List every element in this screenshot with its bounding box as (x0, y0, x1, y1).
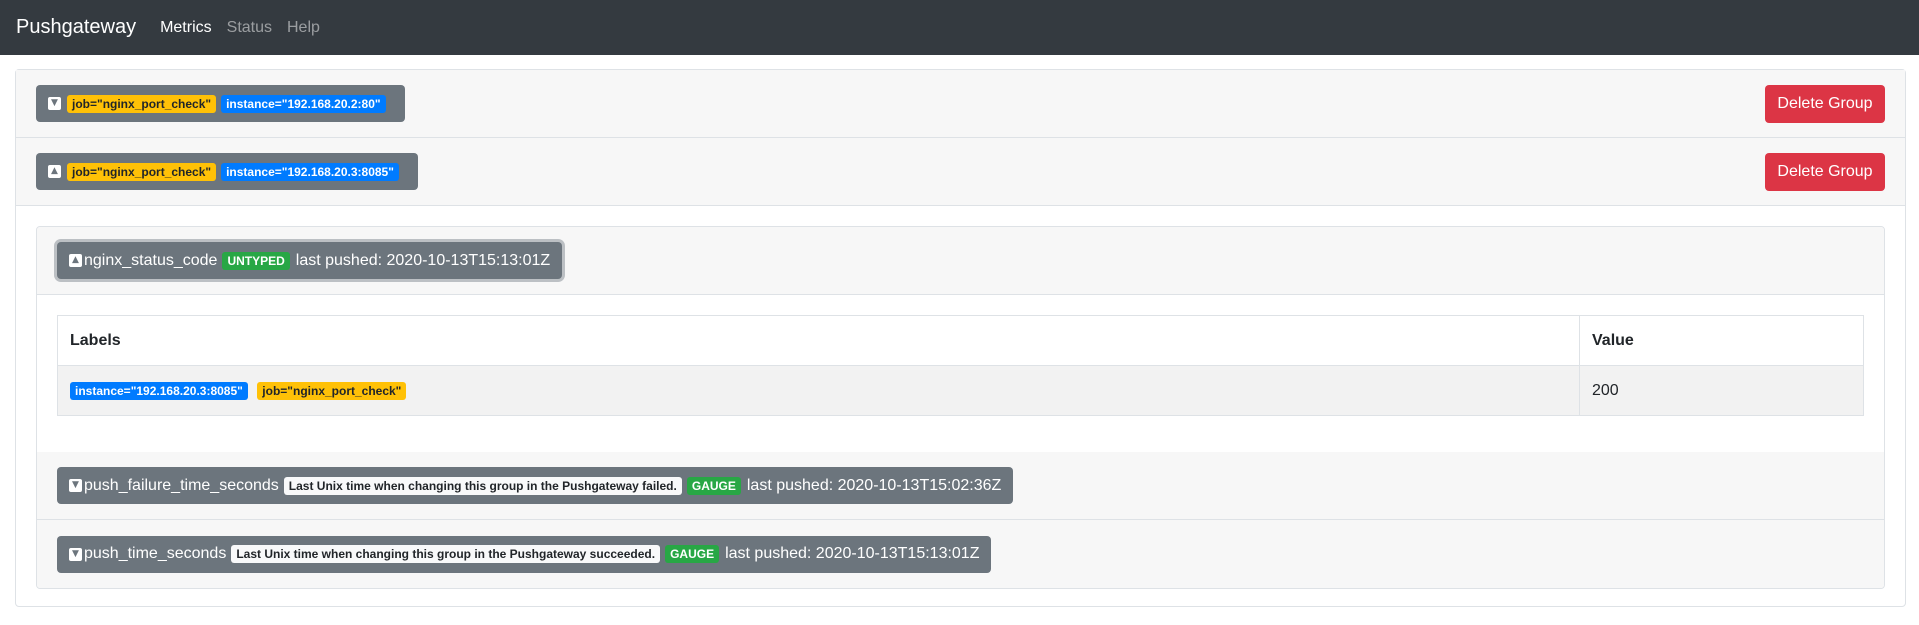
last-pushed: last pushed: 2020-10-13T15:13:01Z (725, 545, 980, 562)
nav-status[interactable]: Status (227, 19, 272, 37)
delete-group-button[interactable]: Delete Group (1765, 152, 1885, 191)
metrics-card: ▲ nginx_status_code UNTYPED last pushed:… (36, 226, 1885, 589)
chevron-down-icon: ▼ (69, 479, 82, 492)
metric-toggle-button[interactable]: ▼ push_failure_time_seconds Last Unix ti… (57, 467, 1014, 504)
chevron-up-icon: ▲ (69, 254, 82, 267)
group-header: ▲ job="nginx_port_check" instance="192.1… (16, 138, 1905, 206)
metric-header: ▼ push_time_seconds Last Unix time when … (37, 520, 1884, 588)
chevron-up-icon: ▲ (48, 165, 61, 178)
group-toggle-button[interactable]: ▼ job="nginx_port_check" instance="192.1… (36, 85, 405, 122)
metric-help-badge: Last Unix time when changing this group … (231, 545, 661, 563)
metric-toggle-button[interactable]: ▼ push_time_seconds Last Unix time when … (57, 535, 992, 573)
label-badge-instance: instance="192.168.20.2:80" (221, 94, 386, 113)
group-toggle-button[interactable]: ▲ job="nginx_port_check" instance="192.1… (36, 153, 418, 190)
column-header-value: Value (1579, 315, 1864, 366)
brand-logo[interactable]: Pushgateway (16, 16, 136, 39)
metric-type-badge: UNTYPED (222, 251, 290, 270)
metric-type-badge: GAUGE (665, 545, 720, 563)
metric-name: push_time_seconds (84, 545, 227, 562)
column-header-labels: Labels (57, 315, 1580, 366)
metric-type-badge: GAUGE (686, 476, 741, 495)
label-badge-job: job="nginx_port_check" (67, 94, 217, 113)
metric-header: ▼ push_failure_time_seconds Last Unix ti… (37, 452, 1884, 520)
nav-help[interactable]: Help (287, 19, 320, 37)
label-badge-job: job="nginx_port_check" (67, 162, 217, 181)
label-badge-instance: instance="192.168.20.3:8085" (70, 381, 248, 400)
metric-help-badge: Last Unix time when changing this group … (283, 476, 682, 495)
delete-group-button[interactable]: Delete Group (1765, 84, 1885, 123)
label-badge-instance: instance="192.168.20.3:8085" (221, 162, 399, 181)
label-badge-job: job="nginx_port_check" (257, 381, 407, 400)
table-row: instance="192.168.20.3:8085" job="nginx_… (57, 365, 1864, 416)
last-pushed: last pushed: 2020-10-13T15:02:36Z (746, 476, 1002, 494)
top-navbar: Pushgateway Metrics Status Help (0, 0, 1919, 55)
value-cell: 200 (1579, 365, 1864, 416)
group-body: ▲ nginx_status_code UNTYPED last pushed:… (16, 206, 1905, 609)
chevron-down-icon: ▼ (48, 97, 61, 110)
metric-body: Labels Value instance="192.168.20.3:8085… (37, 295, 1884, 452)
last-pushed: last pushed: 2020-10-13T15:13:01Z (295, 251, 551, 269)
nav-metrics[interactable]: Metrics (160, 19, 212, 37)
metric-name: push_failure_time_seconds (84, 476, 279, 494)
metric-toggle-button[interactable]: ▲ nginx_status_code UNTYPED last pushed:… (57, 242, 563, 279)
labels-cell: instance="192.168.20.3:8085" job="nginx_… (57, 365, 1580, 416)
groups-container: ▼ job="nginx_port_check" instance="192.1… (15, 69, 1906, 607)
group-header: ▼ job="nginx_port_check" instance="192.1… (16, 70, 1905, 138)
metric-name: nginx_status_code (84, 251, 218, 269)
chevron-down-icon: ▼ (69, 547, 82, 561)
metric-header: ▲ nginx_status_code UNTYPED last pushed:… (37, 227, 1884, 295)
metric-table: Labels Value instance="192.168.20.3:8085… (57, 315, 1864, 416)
